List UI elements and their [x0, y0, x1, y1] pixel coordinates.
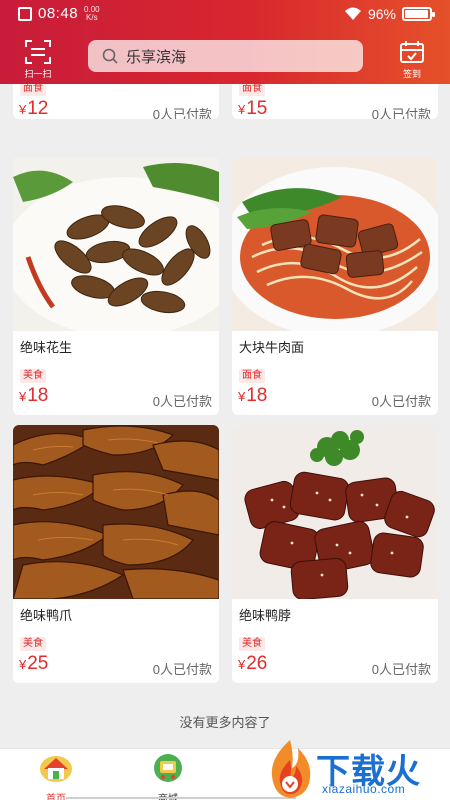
battery-fill	[405, 10, 428, 18]
paid-count: 0人已付款	[371, 662, 431, 677]
calendar-icon	[400, 41, 424, 63]
product-price: ¥25	[19, 653, 49, 674]
braised-peanuts-image	[13, 157, 219, 331]
watermark-logo: 下载火 xiazaihuo.com	[262, 738, 450, 800]
product-name: 大块牛肉面	[239, 340, 305, 355]
beef-noodles-image	[232, 157, 438, 331]
signin-button[interactable]: 签到	[396, 40, 428, 79]
product-price: ¥12	[19, 98, 49, 119]
watermark-url: xiazaihuo.com	[322, 782, 406, 796]
product-card[interactable]: 绝味花生 美食 ¥18 0人已付款	[13, 157, 219, 415]
product-card[interactable]: 大块牛肉面 面食 ¥18 0人已付款	[232, 157, 438, 415]
network-unit: K/s	[86, 12, 98, 22]
paid-count: 0人已付款	[152, 662, 212, 677]
duck-feet-image	[13, 425, 219, 599]
scan-label: 扫一扫	[24, 69, 52, 79]
tab-home[interactable]: 首页	[26, 753, 86, 800]
category-badge: 美食	[20, 369, 46, 383]
product-name: 绝味鸭爪	[20, 608, 73, 623]
product-card[interactable]: 面食 ¥15 0人已付款	[232, 84, 438, 119]
search-text: 乐享滨海	[126, 48, 187, 66]
category-badge: 美食	[239, 637, 265, 651]
tab-mall[interactable]: 商城	[138, 753, 198, 800]
home-icon	[40, 756, 72, 782]
category-badge: 面食	[239, 84, 265, 96]
paid-count: 0人已付款	[152, 394, 212, 409]
search-icon	[102, 48, 118, 64]
search-bar[interactable]: 乐享滨海	[88, 40, 363, 72]
status-bar: 08:48 0.00 K/s 96%	[0, 0, 450, 30]
scan-button[interactable]: 扫一扫	[22, 40, 54, 79]
product-name: 绝味花生	[20, 340, 73, 355]
product-price: ¥26	[238, 653, 268, 674]
product-feed[interactable]: 面食 ¥12 0人已付款 面食 ¥15 0人已付款 绝味花生 美食 ¥18 0人…	[0, 84, 450, 748]
category-badge: 美食	[20, 637, 46, 651]
flame-icon	[271, 740, 311, 798]
duck-neck-image	[232, 425, 438, 599]
scan-icon	[25, 40, 51, 64]
sim-icon	[18, 6, 32, 21]
product-price: ¥15	[238, 98, 268, 119]
wifi-icon	[344, 7, 361, 20]
signin-label: 签到	[402, 69, 421, 79]
app-header: 08:48 0.00 K/s 96% 扫一扫 乐享滨海 签到	[0, 0, 450, 84]
paid-count: 0人已付款	[152, 107, 212, 119]
product-price: ¥18	[238, 385, 268, 406]
paid-count: 0人已付款	[371, 107, 431, 119]
product-price: ¥18	[19, 385, 49, 406]
paid-count: 0人已付款	[371, 394, 431, 409]
status-time: 08:48	[38, 5, 79, 22]
battery-percent: 96%	[367, 6, 396, 22]
product-card[interactable]: 绝味鸭爪 美食 ¥25 0人已付款	[13, 425, 219, 683]
feed-end-text: 没有更多内容了	[179, 715, 271, 730]
product-card[interactable]: 面食 ¥12 0人已付款	[13, 84, 219, 119]
battery-icon	[402, 7, 435, 21]
shopping-cart-icon	[154, 754, 182, 782]
product-card[interactable]: 绝味鸭脖 美食 ¥26 0人已付款	[232, 425, 438, 683]
category-badge: 面食	[239, 369, 265, 383]
product-name: 绝味鸭脖	[239, 608, 292, 623]
category-badge: 面食	[20, 84, 46, 96]
